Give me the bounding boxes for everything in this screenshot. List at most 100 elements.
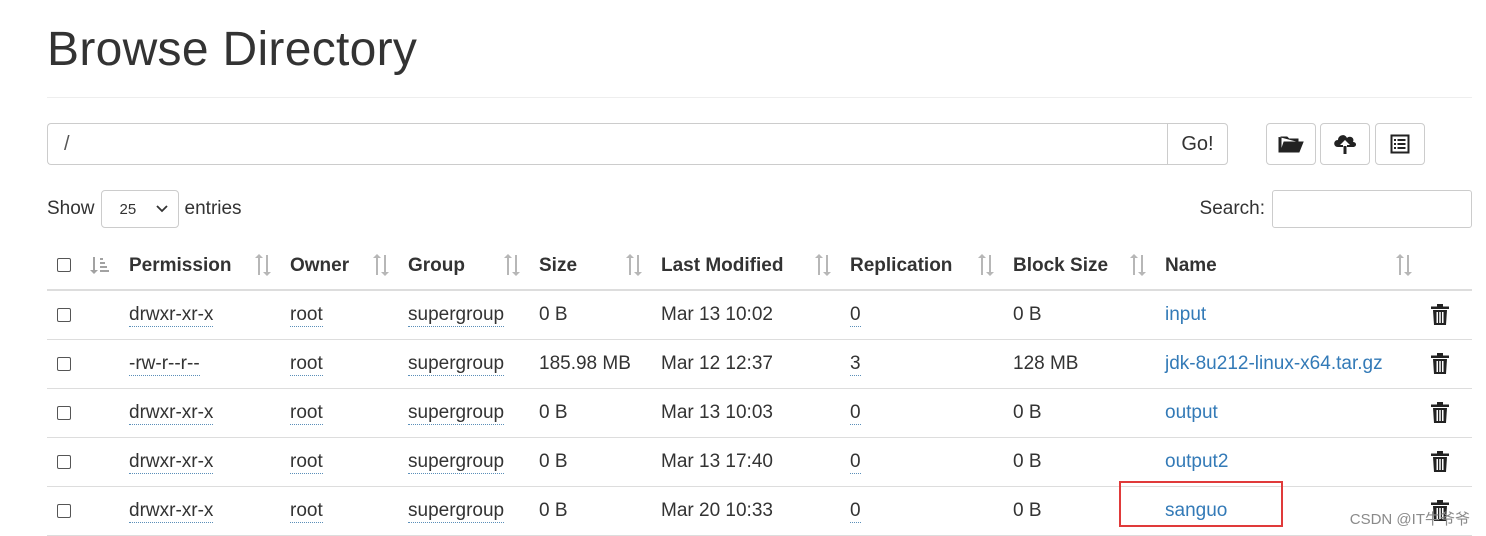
row-checkbox[interactable] — [57, 307, 71, 322]
trash-icon[interactable] — [1431, 304, 1449, 326]
row-select-cell — [47, 437, 83, 487]
block-size-cell: 128 MB — [1007, 339, 1159, 389]
sort-arrows-icon — [373, 254, 389, 276]
highlight-annotation — [1119, 481, 1283, 527]
column-last-modified[interactable]: Last Modified — [655, 242, 844, 291]
row-select-cell — [47, 486, 83, 536]
row-checkbox[interactable] — [57, 405, 71, 420]
create-directory-button[interactable] — [1266, 123, 1316, 165]
permission-value[interactable]: drwxr-xr-x — [129, 500, 214, 523]
file-name-link[interactable]: jdk-8u212-linux-x64.tar.gz — [1165, 353, 1383, 374]
select-all-checkbox[interactable] — [57, 258, 71, 273]
search-input[interactable] — [1272, 190, 1472, 228]
block-size-cell: 0 B — [1007, 437, 1159, 487]
owner-cell: root — [284, 486, 402, 536]
table-row: drwxr-xr-x root supergroup 0 B Mar 13 10… — [47, 388, 1472, 438]
owner-value[interactable]: root — [290, 451, 323, 474]
actions-cell — [1425, 339, 1472, 389]
permission-value[interactable]: drwxr-xr-x — [129, 304, 214, 327]
cut-paste-button[interactable] — [1375, 123, 1425, 165]
folder-open-icon — [1278, 136, 1304, 153]
row-spacer — [83, 290, 123, 340]
actions-cell — [1425, 388, 1472, 438]
column-owner[interactable]: Owner — [284, 242, 402, 291]
group-cell: supergroup — [402, 290, 533, 340]
sort-column-header[interactable] — [83, 242, 123, 291]
column-label: Last Modified — [661, 254, 784, 276]
row-select-cell — [47, 339, 83, 389]
replication-value[interactable]: 3 — [850, 353, 861, 376]
column-block-size[interactable]: Block Size — [1007, 242, 1159, 291]
watermark: CSDN @IT牛爷爷 — [1349, 511, 1470, 528]
replication-cell: 3 — [844, 339, 1007, 389]
replication-cell: 0 — [844, 388, 1007, 438]
permission-value[interactable]: -rw-r--r-- — [129, 353, 200, 376]
trash-icon[interactable] — [1431, 402, 1449, 424]
trash-icon[interactable] — [1431, 451, 1449, 473]
owner-cell: root — [284, 437, 402, 487]
group-value[interactable]: supergroup — [408, 402, 505, 425]
column-replication[interactable]: Replication — [844, 242, 1007, 291]
group-value[interactable]: supergroup — [408, 353, 505, 376]
group-cell: supergroup — [402, 339, 533, 389]
owner-value[interactable]: root — [290, 500, 323, 523]
entries-select[interactable]: 25 — [100, 190, 179, 228]
sort-arrows-icon — [815, 254, 831, 276]
row-select-cell — [47, 388, 83, 438]
size-cell: 0 B — [533, 486, 655, 536]
column-size[interactable]: Size — [533, 242, 655, 291]
upload-files-button[interactable] — [1320, 123, 1370, 165]
row-select-cell — [47, 290, 83, 340]
column-name[interactable]: Name — [1159, 242, 1425, 291]
file-name-link[interactable]: input — [1165, 304, 1206, 325]
owner-value[interactable]: root — [290, 304, 323, 327]
trash-icon[interactable] — [1431, 353, 1449, 375]
permission-value[interactable]: drwxr-xr-x — [129, 451, 214, 474]
name-cell: output — [1159, 388, 1425, 438]
path-bar: Go! — [47, 123, 1228, 165]
row-checkbox[interactable] — [57, 503, 71, 518]
modified-cell: Mar 20 10:33 — [655, 486, 844, 536]
title-divider — [47, 97, 1472, 98]
actions-cell — [1425, 437, 1472, 487]
file-name-link[interactable]: output2 — [1165, 451, 1228, 472]
group-value[interactable]: supergroup — [408, 304, 505, 327]
group-value[interactable]: supergroup — [408, 451, 505, 474]
group-value[interactable]: supergroup — [408, 500, 505, 523]
replication-value[interactable]: 0 — [850, 304, 861, 327]
search-area: Search: — [1200, 190, 1472, 228]
owner-value[interactable]: root — [290, 402, 323, 425]
entries-label: entries — [184, 198, 242, 219]
owner-value[interactable]: root — [290, 353, 323, 376]
sort-arrows-icon — [978, 254, 994, 276]
row-spacer — [83, 339, 123, 389]
replication-value[interactable]: 0 — [850, 402, 861, 425]
table-row: drwxr-xr-x root supergroup 0 B Mar 13 17… — [47, 437, 1472, 487]
chevron-down-icon — [155, 205, 168, 213]
size-cell: 0 B — [533, 388, 655, 438]
block-size-cell: 0 B — [1007, 388, 1159, 438]
replication-cell: 0 — [844, 437, 1007, 487]
replication-value[interactable]: 0 — [850, 500, 861, 523]
modified-cell: Mar 13 10:02 — [655, 290, 844, 340]
sort-arrows-icon — [626, 254, 642, 276]
row-spacer — [83, 437, 123, 487]
row-checkbox[interactable] — [57, 454, 71, 469]
sort-amount-icon — [90, 257, 109, 275]
go-button[interactable]: Go! — [1167, 123, 1228, 165]
list-alt-icon — [1390, 134, 1410, 154]
column-group[interactable]: Group — [402, 242, 533, 291]
path-input[interactable] — [47, 123, 1167, 165]
owner-cell: root — [284, 388, 402, 438]
block-size-cell: 0 B — [1007, 290, 1159, 340]
replication-value[interactable]: 0 — [850, 451, 861, 474]
row-checkbox[interactable] — [57, 356, 71, 371]
group-cell: supergroup — [402, 437, 533, 487]
size-cell: 0 B — [533, 437, 655, 487]
owner-cell: root — [284, 339, 402, 389]
file-name-link[interactable]: output — [1165, 402, 1218, 423]
name-cell: jdk-8u212-linux-x64.tar.gz — [1159, 339, 1425, 389]
column-permission[interactable]: Permission — [123, 242, 284, 291]
permission-value[interactable]: drwxr-xr-x — [129, 402, 214, 425]
modified-cell: Mar 13 17:40 — [655, 437, 844, 487]
